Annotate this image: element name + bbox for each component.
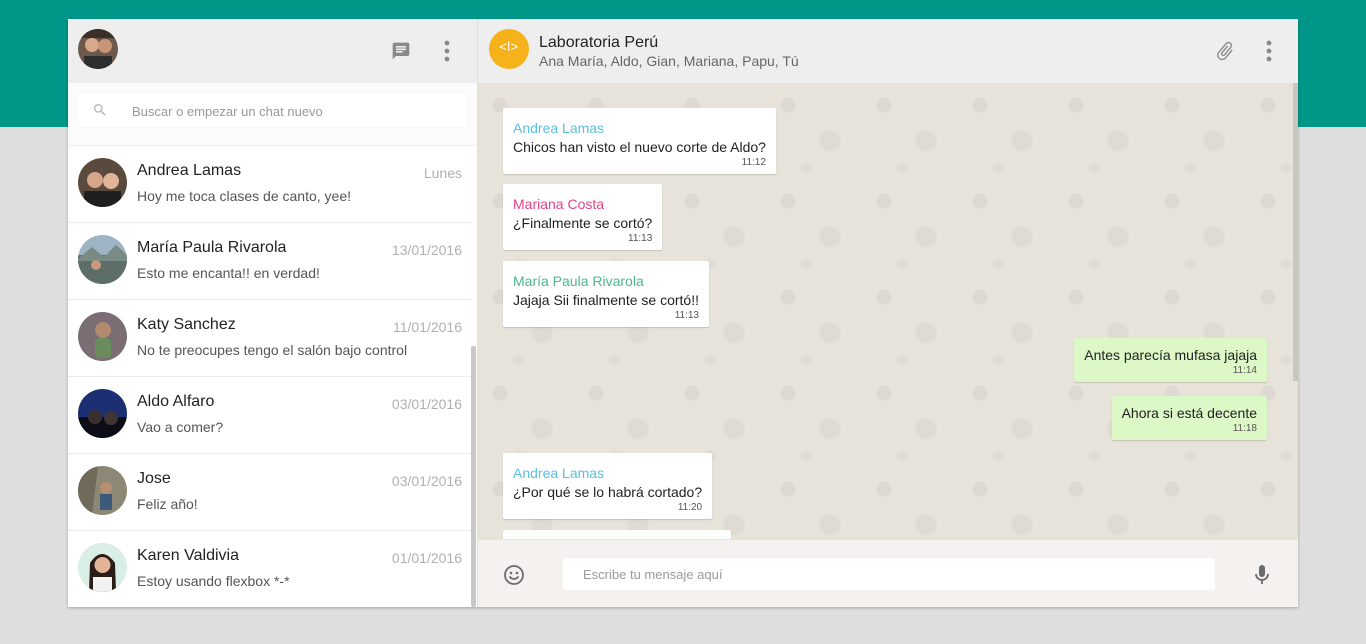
emoji-icon[interactable] <box>502 563 526 587</box>
message-text: ¿Por qué se lo habrá cortado? <box>513 484 703 500</box>
chat-name: Aldo Alfaro <box>137 393 215 410</box>
chat-last-message: No te preocupes tengo el salón bajo cont… <box>137 342 408 358</box>
message-area[interactable]: Andrea Lamas Chicos han visto el nuevo c… <box>478 83 1298 539</box>
chat-name: Andrea Lamas <box>137 162 242 179</box>
message-author: Mariana Costa <box>513 196 605 212</box>
search-icon <box>92 102 108 123</box>
message-incoming: María Paula Rivarola Jajaja Sii finalmen… <box>503 261 709 327</box>
message-time: 11:14 <box>1232 365 1257 376</box>
mic-icon[interactable] <box>1250 563 1274 587</box>
message-author: Andrea Lamas <box>513 120 605 136</box>
avatar <box>78 389 127 438</box>
search-box <box>78 93 467 129</box>
message-input[interactable] <box>563 558 1215 590</box>
chat-date: Lunes <box>423 165 462 181</box>
avatar <box>78 312 127 361</box>
my-avatar[interactable] <box>78 29 118 69</box>
message-text: Antes parecía mufasa jajaja <box>1084 347 1257 363</box>
avatar <box>78 235 127 284</box>
message-time: 11:12 <box>741 157 766 168</box>
message-partial <box>503 530 731 539</box>
chat-name: Karen Valdivia <box>137 547 239 564</box>
message-author: María Paula Rivarola <box>513 273 644 289</box>
chat-item-maria-paula-rivarola[interactable]: María Paula Rivarola 13/01/2016 Esto me … <box>68 223 471 300</box>
chat-item-aldo-alfaro[interactable]: Aldo Alfaro 03/01/2016 Vao a comer? <box>68 377 471 454</box>
message-incoming: Mariana Costa ¿Finalmente se cortó? 11:1… <box>503 184 663 250</box>
chat-name: María Paula Rivarola <box>137 239 287 256</box>
chat-item-andrea-lamas[interactable]: Andrea Lamas Lunes Hoy me toca clases de… <box>68 146 471 223</box>
attach-icon[interactable] <box>1213 39 1237 63</box>
message-time: 11:13 <box>628 233 653 244</box>
message-author: Andrea Lamas <box>513 465 605 481</box>
group-avatar[interactable]: <l> <box>489 29 529 69</box>
message-incoming: Andrea Lamas Chicos han visto el nuevo c… <box>503 108 776 174</box>
message-text: Ahora si está decente <box>1121 405 1257 421</box>
chat-last-message: Estoy usando flexbox *-* <box>137 573 290 589</box>
chat-date: 13/01/2016 <box>391 242 462 258</box>
conversation-header: <l> Laboratoria Perú Ana María, Aldo, Gi… <box>478 19 1298 83</box>
group-name: Laboratoria Perú <box>539 34 659 51</box>
chat-name: Katy Sanchez <box>137 316 236 333</box>
chat-icon[interactable] <box>389 39 413 63</box>
composer <box>478 539 1298 607</box>
sidebar: Andrea Lamas Lunes Hoy me toca clases de… <box>68 19 478 607</box>
message-text: Jajaja Sii finalmente se cortó!! <box>513 292 699 308</box>
chat-name: Jose <box>137 470 171 487</box>
more-vert-icon[interactable] <box>1257 39 1281 63</box>
message-time: 11:18 <box>1232 423 1257 434</box>
chat-item-katy-sanchez[interactable]: Katy Sanchez 11/01/2016 No te preocupes … <box>68 300 471 377</box>
chat-date: 11/01/2016 <box>392 319 462 335</box>
search-section <box>68 83 477 146</box>
chat-last-message: Vao a comer? <box>137 419 224 435</box>
whatsapp-app: Andrea Lamas Lunes Hoy me toca clases de… <box>68 19 1298 607</box>
message-incoming: Andrea Lamas ¿Por qué se lo habrá cortad… <box>503 453 713 519</box>
avatar <box>78 466 127 515</box>
chat-date: 03/01/2016 <box>391 396 462 412</box>
message-outgoing: Antes parecía mufasa jajaja 11:14 <box>1074 338 1267 382</box>
sidebar-header <box>68 19 477 83</box>
more-vert-icon[interactable] <box>435 39 459 63</box>
avatar <box>78 543 127 592</box>
message-scrollbar[interactable] <box>1293 83 1298 381</box>
message-time: 11:13 <box>674 310 699 321</box>
chat-list: Andrea Lamas Lunes Hoy me toca clases de… <box>68 146 471 607</box>
message-time: 11:20 <box>677 502 703 513</box>
chat-list-scrollbar[interactable] <box>471 346 476 607</box>
chat-date: 01/01/2016 <box>391 550 462 566</box>
group-members: Ana María, Aldo, Gian, Mariana, Papu, Tú <box>539 53 799 69</box>
chat-date: 03/01/2016 <box>391 473 462 489</box>
search-input[interactable] <box>130 93 454 129</box>
chat-last-message: Hoy me toca clases de canto, yee! <box>137 188 351 204</box>
chat-item-karen-valdivia[interactable]: Karen Valdivia 01/01/2016 Estoy usando f… <box>68 531 471 607</box>
chat-item-jose[interactable]: Jose 03/01/2016 Feliz año! <box>68 454 471 531</box>
message-text: Chicos han visto el nuevo corte de Aldo? <box>513 139 766 155</box>
chat-last-message: Esto me encanta!! en verdad! <box>137 265 320 281</box>
group-logo-mark: <l> <box>499 39 519 54</box>
chat-last-message: Feliz año! <box>137 496 198 512</box>
message-outgoing: Ahora si está decente 11:18 <box>1111 396 1267 440</box>
message-text: ¿Finalmente se cortó? <box>513 215 653 231</box>
conversation-panel: <l> Laboratoria Perú Ana María, Aldo, Gi… <box>478 19 1298 607</box>
avatar <box>78 158 127 207</box>
